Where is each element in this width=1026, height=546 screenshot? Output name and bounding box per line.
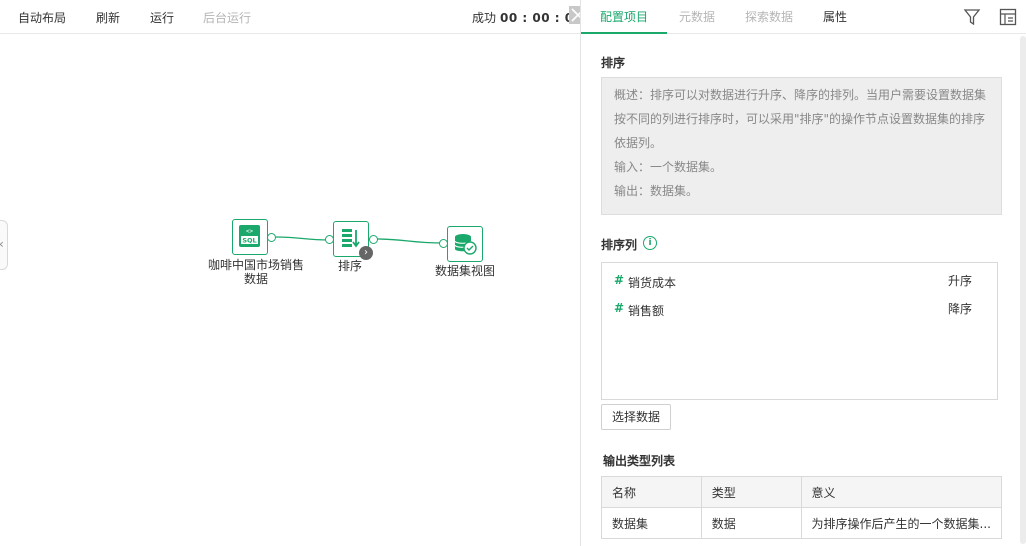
node-sql-label-line2: 数据	[243, 272, 268, 286]
node-sort-run-badge[interactable]: ›	[359, 246, 373, 260]
sort-column-name: 销售额	[628, 304, 665, 318]
sort-columns-list[interactable]: # 销货成本 升序 # 销售额 降序	[601, 262, 998, 400]
table-row: 数据集 数据 为排序操作后产生的一个数据集...	[601, 507, 1003, 539]
column-header: 类型	[700, 476, 802, 508]
table-cell: 数据	[700, 507, 802, 539]
app-window: 自动布局 刷新 运行 后台运行 成功00 : 00 : 01 ‹ <> SQL	[0, 0, 1026, 546]
column-header: 名称	[601, 476, 702, 508]
run-button[interactable]: 运行	[150, 9, 174, 26]
panel-scrollbar[interactable]	[1020, 36, 1026, 544]
description-line: 依据列。	[614, 136, 663, 150]
sort-section-title: 排序	[601, 56, 626, 70]
select-data-button[interactable]: 选择数据	[601, 404, 671, 430]
node-sort-label: 排序	[337, 259, 362, 273]
tab-explore-data[interactable]: 探索数据	[743, 0, 795, 34]
flow-connections	[275, 236, 445, 244]
description-line: 输出：数据集。	[614, 184, 699, 198]
svg-text:SQL: SQL	[242, 237, 256, 245]
node-sql-output-port[interactable]	[267, 233, 276, 242]
output-types-table: 名称 类型 意义 数据集 数据 为排序操作后产生的一个数据集...	[601, 476, 1003, 539]
table-header-row: 名称 类型 意义	[601, 476, 1003, 508]
sql-icon: <> SQL	[239, 225, 260, 247]
sort-order-toggle[interactable]: 升序	[948, 272, 972, 289]
sort-column-name: 销货成本	[628, 276, 677, 290]
run-status: 成功 00 : 00 : 01	[472, 9, 582, 26]
description-line: 输入：一个数据集。	[614, 160, 723, 174]
numeric-field-icon: #	[614, 273, 625, 287]
tab-properties[interactable]: 属性	[821, 0, 849, 34]
sort-column-row[interactable]: # 销售额 降序	[602, 297, 997, 319]
description-line: 按不同的列进行排序时，可以采用"排序"的操作节点设置数据集的排序	[614, 112, 986, 126]
node-sort-output-port[interactable]	[369, 235, 378, 244]
background-run-button[interactable]: 后台运行	[203, 9, 251, 26]
edge-sort-to-view	[376, 238, 445, 244]
flow-canvas[interactable]: ‹ <> SQL 咖啡中国市场销售 数据	[0, 34, 580, 546]
column-header: 意义	[800, 476, 1003, 508]
dataset-view-icon	[454, 234, 477, 255]
layout-toggle-icon[interactable]	[999, 8, 1017, 26]
node-dataset-view[interactable]	[447, 226, 483, 262]
toolbar: 自动布局 刷新 运行 后台运行 成功 00 : 00 : 01	[0, 0, 587, 34]
sort-order-toggle[interactable]: 降序	[948, 300, 972, 317]
tab-config[interactable]: 配置项目	[581, 0, 668, 34]
node-sql-source[interactable]: <> SQL	[232, 219, 268, 255]
tab-metadata[interactable]: 元数据	[677, 0, 717, 34]
sort-columns-title: 排序列	[601, 238, 638, 252]
sort-column-row[interactable]: # 销货成本 升序	[602, 269, 997, 291]
status-label: 成功	[472, 11, 497, 25]
table-cell: 数据集	[601, 507, 702, 539]
sort-description: 概述：排序可以对数据进行升序、降序的排列。当用户需要设置数据集 按不同的列进行排…	[601, 77, 1002, 215]
edge-source-to-sort	[275, 236, 330, 241]
panel-tabs: 配置项目 元数据 探索数据 属性	[581, 0, 1026, 34]
node-sql-label-line1: 咖啡中国市场销售	[207, 258, 304, 272]
table-cell: 为排序操作后产生的一个数据集...	[800, 507, 1003, 539]
output-types-title: 输出类型列表	[603, 454, 676, 468]
info-icon[interactable]: i	[643, 236, 657, 250]
config-panel: 配置项目 元数据 探索数据 属性 排序 概述：排序可以对数据进行升序、降序的排列…	[580, 0, 1026, 546]
auto-layout-button[interactable]: 自动布局	[18, 9, 66, 26]
numeric-field-icon: #	[614, 301, 625, 315]
refresh-button[interactable]: 刷新	[96, 9, 120, 26]
node-view-label: 数据集视图	[434, 264, 495, 278]
svg-text:<>: <>	[246, 228, 254, 235]
node-sql-label: 咖啡中国市场销售 数据	[200, 258, 312, 286]
filter-icon[interactable]	[963, 8, 981, 26]
description-line: 概述：排序可以对数据进行升序、降序的排列。当用户需要设置数据集	[614, 88, 987, 102]
